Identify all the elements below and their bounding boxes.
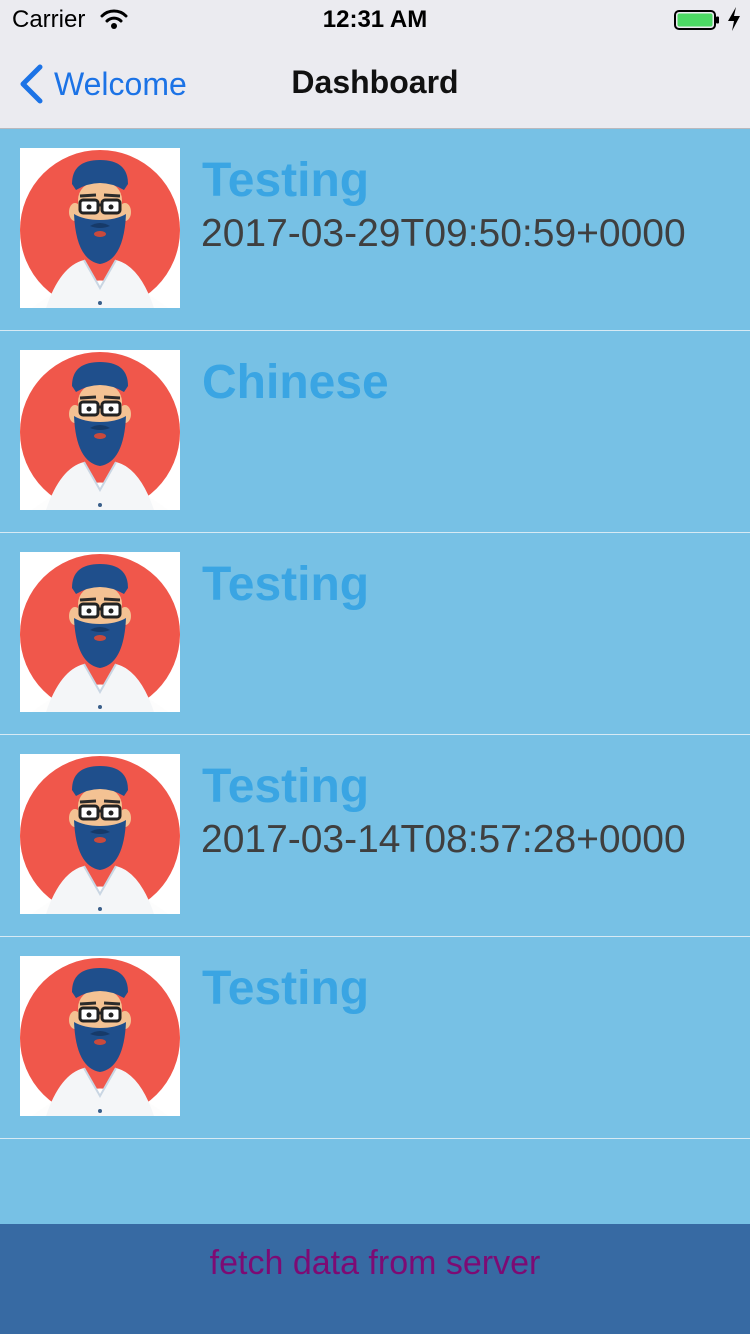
status-bar: Carrier 12:31 AM [0,0,750,40]
list-item[interactable]: Testing 2017-03-29T09:50:59+0000 [0,129,750,331]
row-title: Testing [202,962,370,1015]
navigation-bar: Welcome Dashboard [0,40,750,129]
list-item[interactable]: Testing [0,937,750,1139]
charging-bolt-icon [728,7,740,31]
bearded-man-avatar-icon [20,956,180,1116]
dashboard-list[interactable]: Testing 2017-03-29T09:50:59+0000 Chinese… [0,129,750,1139]
row-title: Testing [202,558,370,611]
bearded-man-avatar-icon [20,350,180,510]
page-title: Dashboard [291,64,459,100]
bearded-man-avatar-icon [20,754,180,914]
list-item[interactable]: Chinese [0,331,750,533]
row-title: Testing [202,154,370,207]
row-title: Testing [202,760,370,813]
list-item[interactable]: Testing 2017-03-14T08:57:28+0000 [0,735,750,937]
battery-icon [674,10,719,30]
fetch-data-button[interactable]: fetch data from server [0,1224,750,1334]
fetch-data-button-label: fetch data from server [209,1244,541,1282]
bearded-man-avatar-icon [20,552,180,712]
row-subtitle: 2017-03-14T08:57:28+0000 [201,818,686,861]
row-title: Chinese [202,356,389,409]
list-item[interactable]: Testing [0,533,750,735]
bearded-man-avatar-icon [20,148,180,308]
row-subtitle: 2017-03-29T09:50:59+0000 [201,212,686,255]
status-time: 12:31 AM [322,6,428,33]
